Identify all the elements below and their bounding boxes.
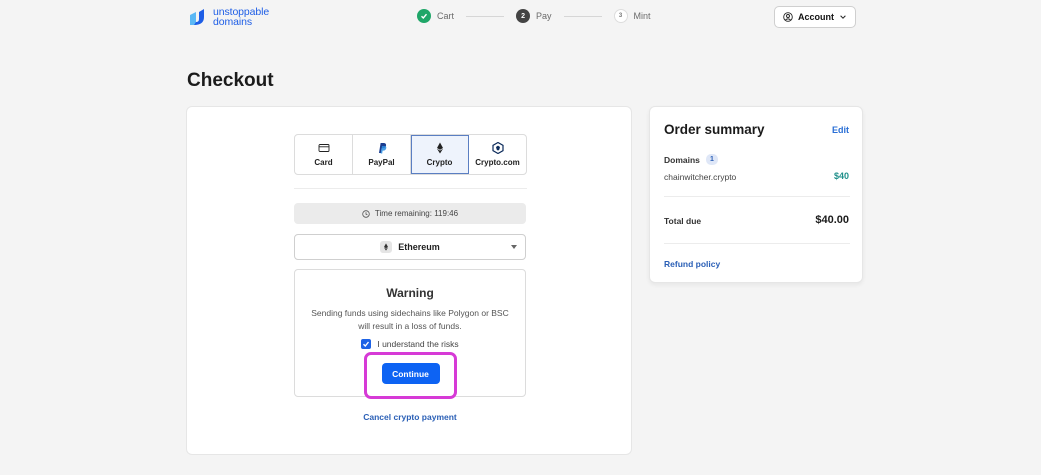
continue-highlight: Continue [364,352,457,399]
step-label: Pay [536,11,552,21]
edit-link[interactable]: Edit [832,125,849,135]
brand-name: unstoppable domains [213,6,270,28]
tab-card[interactable]: Card [295,135,353,174]
tab-paypal[interactable]: PayPal [353,135,411,174]
refund-policy-link[interactable]: Refund policy [664,259,720,269]
summary-title: Order summary [664,122,765,137]
step-mint: 3 Mint [613,9,651,23]
ethereum-icon [436,142,443,154]
total-value: $40.00 [815,214,849,226]
tab-label: Crypto [426,158,453,167]
clock-icon [362,209,370,218]
network-select[interactable]: Ethereum [294,234,526,260]
step-connector [466,15,505,17]
divider [294,188,527,189]
unstoppable-logo-icon [190,9,204,25]
credit-card-icon [318,144,329,152]
order-summary-card: Order summary Edit Domains 1 chainwitche… [649,106,863,283]
payment-card: Card PayPal Crypto Crypto.com Time remai… [186,106,632,455]
chevron-down-icon [840,15,846,19]
account-button[interactable]: Account [774,6,856,28]
domain-name: chainwitcher.crypto [664,172,737,182]
check-icon [417,9,431,23]
divider [664,243,850,244]
ack-label: I understand the risks [377,339,459,349]
brand-logo[interactable]: unstoppable domains [188,7,269,27]
domains-count-badge: 1 [705,154,718,165]
domain-price: $40 [833,171,849,181]
checkout-steps: Cart 2 Pay 3 Mint [417,9,651,23]
cancel-crypto-payment-link[interactable]: Cancel crypto payment [294,412,526,422]
domains-header: Domains 1 [664,154,718,165]
tab-label: Crypto.com [475,158,520,167]
paypal-icon [378,143,386,154]
continue-button[interactable]: Continue [381,363,440,384]
step-label: Mint [633,11,651,21]
user-circle-icon [783,12,793,22]
tab-label: Card [314,158,333,167]
ethereum-icon [380,241,393,253]
account-label: Account [798,12,834,22]
cryptocom-icon [491,142,504,154]
step-number: 3 [613,9,628,23]
timer-text: Time remaining: 119:46 [374,209,459,218]
warning-title: Warning [386,286,434,300]
payment-method-tabs: Card PayPal Crypto Crypto.com [294,134,527,175]
tab-label: PayPal [368,158,395,167]
step-number: 2 [516,9,531,23]
tab-crypto[interactable]: Crypto [411,135,469,174]
divider [664,196,850,197]
network-value: Ethereum [398,242,440,252]
risk-checkbox[interactable] [361,339,372,349]
step-cart: Cart [417,9,454,23]
domains-label: Domains [664,154,700,165]
step-pay: 2 Pay [516,9,552,23]
total-label: Total due [664,216,702,226]
step-connector [563,15,602,17]
warning-box: Warning Sending funds using sidechains l… [294,269,526,399]
step-label: Cart [437,11,455,21]
page-title: Checkout [187,70,274,91]
warning-text: Sending funds using sidechains like Poly… [311,308,509,331]
caret-down-icon [511,245,517,249]
risk-ack[interactable]: I understand the risks [295,339,525,349]
tab-cryptocom[interactable]: Crypto.com [469,135,526,174]
time-remaining: Time remaining: 119:46 [294,203,526,224]
checkmark-icon [363,341,370,348]
